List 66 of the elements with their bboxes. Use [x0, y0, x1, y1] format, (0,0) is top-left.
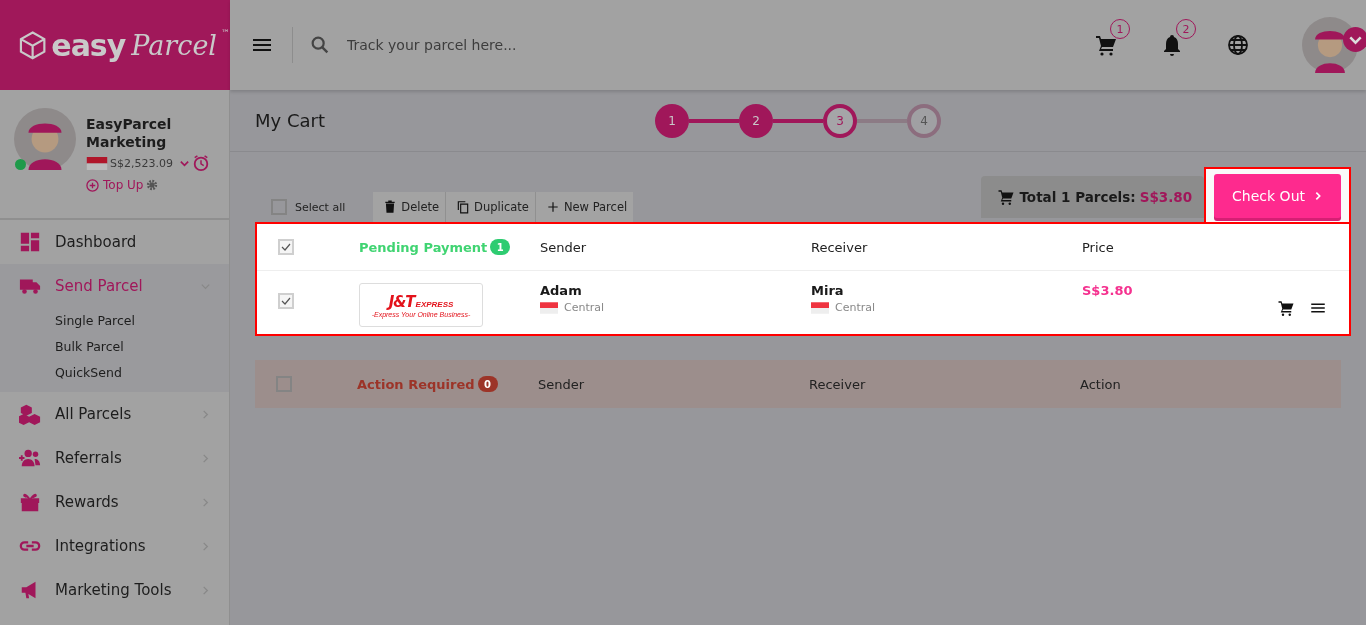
column-header: Price	[1082, 239, 1115, 255]
cart-icon[interactable]	[1094, 33, 1118, 57]
step-connector	[857, 118, 907, 123]
person-name: Adam	[540, 283, 583, 298]
people-icon	[19, 447, 41, 469]
balance: S$2,523.09	[110, 156, 173, 170]
checkout-button[interactable]: Check Out	[1214, 174, 1341, 218]
nav-item[interactable]: Referrals	[0, 436, 229, 480]
submenu-item[interactable]: Bulk Parcel	[0, 334, 229, 360]
avatar-icon	[14, 108, 76, 170]
dashboard-icon	[19, 231, 41, 253]
check-icon	[280, 241, 292, 253]
area-label: Central	[835, 301, 876, 314]
chevron-right-icon	[1313, 191, 1323, 201]
cart-icon	[997, 188, 1016, 206]
logo: easy Parcel™	[0, 0, 230, 90]
nav-item[interactable]: Dashboard	[0, 220, 229, 264]
flag-icon	[811, 301, 829, 314]
plus-icon	[545, 200, 560, 214]
step-circle: 2	[739, 103, 773, 138]
column-header: Receiver	[809, 376, 867, 392]
copy-icon	[456, 200, 471, 214]
boxes-icon	[19, 403, 41, 425]
globe-icon[interactable]	[1226, 33, 1250, 57]
nav-item[interactable]: All Parcels	[0, 392, 229, 436]
column-header: Receiver	[811, 239, 869, 255]
column-header: Sender	[538, 376, 586, 392]
flag-icon	[86, 156, 108, 170]
alarm-clock-icon	[191, 154, 210, 172]
profile-name: EasyParcel Marketing	[86, 115, 173, 151]
count-badge: 0	[477, 376, 498, 392]
count-badge: 1	[490, 239, 511, 255]
plus-circle-icon	[86, 178, 99, 192]
step-circle: 4	[907, 103, 941, 138]
cart-icon[interactable]	[1277, 299, 1295, 317]
area-label: Central	[564, 301, 605, 314]
step-connector	[689, 118, 739, 123]
price: S$3.80	[1082, 283, 1134, 298]
checkbox[interactable]	[278, 293, 294, 309]
search-field[interactable]: Track your parcel here...	[345, 36, 649, 54]
nav-item[interactable]: Integrations	[0, 524, 229, 568]
person-name: Mira	[811, 283, 845, 298]
step-circle: 1	[655, 103, 689, 138]
total-summary: Total 1 Parcels: S$3.80	[981, 176, 1205, 218]
flag-icon	[540, 301, 558, 314]
gift-icon	[19, 491, 41, 513]
step-connector	[773, 118, 823, 123]
trash-icon	[383, 200, 398, 214]
section-title: Pending Payment	[359, 239, 488, 255]
checkbox[interactable]	[276, 376, 292, 392]
submenu-item[interactable]: Single Parcel	[0, 308, 229, 334]
search-icon	[309, 34, 331, 56]
step-circle: 3	[823, 103, 857, 138]
nav-item[interactable]: Rewards	[0, 480, 229, 524]
submenu-item[interactable]: QuickSend	[0, 360, 229, 386]
checkbox[interactable]	[278, 239, 294, 255]
dropdown-icon[interactable]	[1343, 27, 1366, 52]
section-title: Action Required	[357, 376, 475, 392]
column-header: Sender	[540, 239, 588, 255]
nav-item[interactable]: Marketing Tools	[0, 568, 229, 612]
select-all-label: Select all	[295, 200, 346, 214]
action-button[interactable]: Delete	[373, 192, 447, 222]
gear-icon[interactable]	[146, 179, 159, 191]
page-title: My Cart	[255, 110, 326, 131]
column-header: Action	[1080, 376, 1122, 392]
check-icon	[280, 295, 292, 307]
